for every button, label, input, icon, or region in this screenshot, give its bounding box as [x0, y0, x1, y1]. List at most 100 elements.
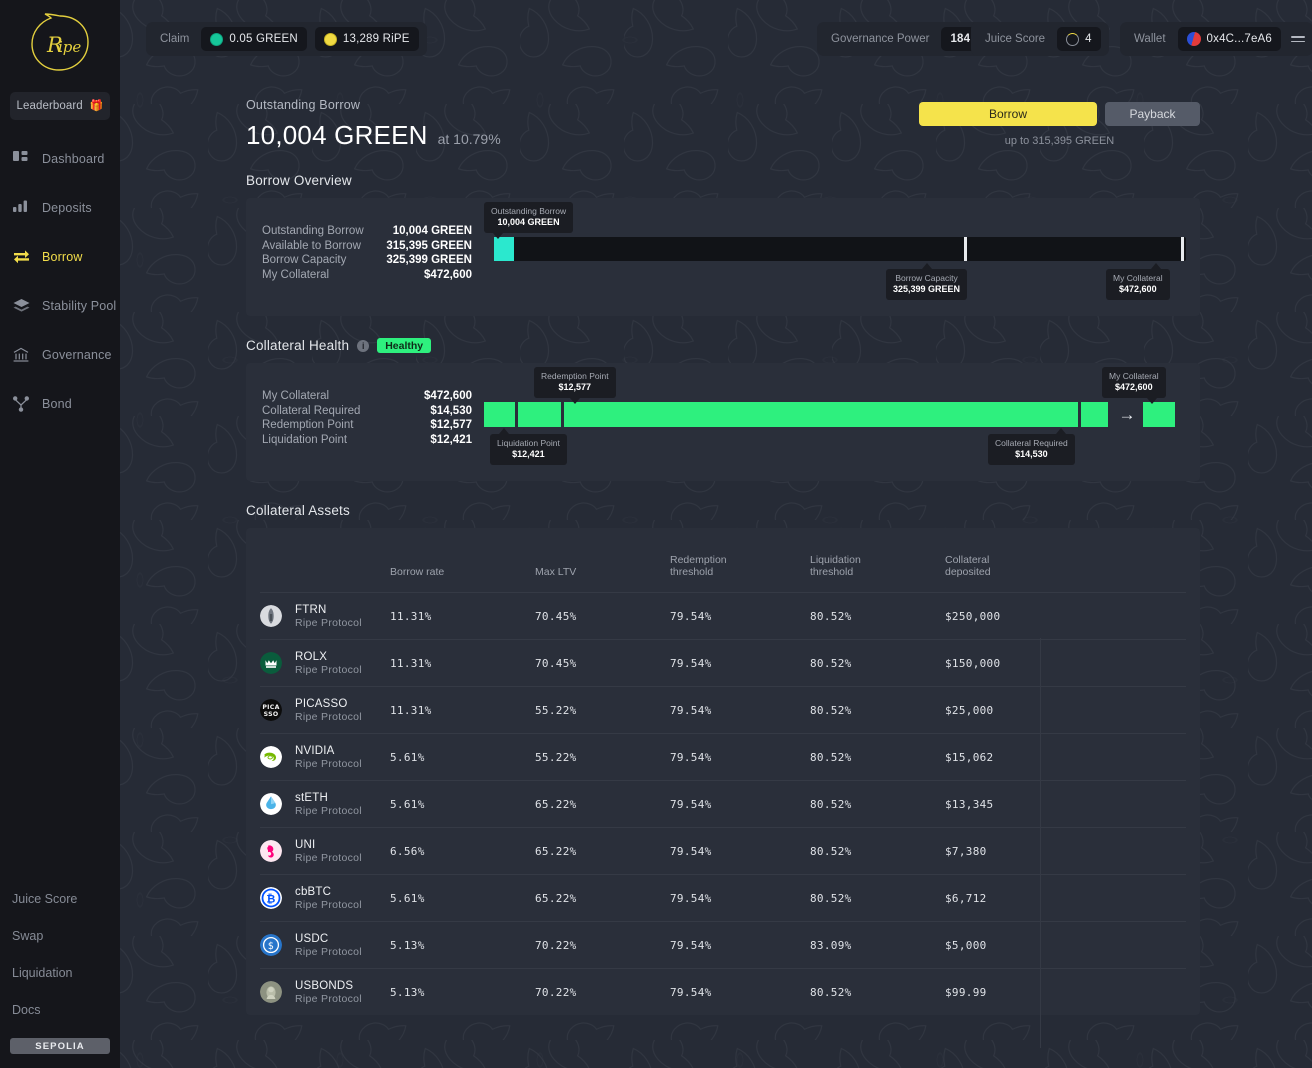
tooltip-label: My Collateral — [1109, 371, 1159, 381]
borrow-progress-track[interactable] — [494, 237, 1186, 261]
cell-asset: $ USDC Ripe Protocol — [260, 921, 390, 969]
table-row[interactable]: ROLX Ripe Protocol 11.31% 70.45% 79.54% 80.52… — [260, 639, 1186, 687]
cell-max-ltv: 65.22% — [535, 827, 670, 875]
payback-button[interactable]: Payback — [1105, 102, 1200, 126]
stat-row: Redemption Point $12,577 — [262, 418, 472, 433]
column-label: Collateral — [945, 554, 990, 566]
brand-logo[interactable]: R ipe — [0, 0, 120, 80]
collateral-health-segments[interactable]: → — [484, 402, 1175, 427]
tooltip-borrow-capacity: Borrow Capacity 325,399 GREEN — [886, 263, 968, 300]
column-header-borrow-rate: Borrow rate — [390, 528, 535, 593]
wallet-address-chip[interactable]: 0x4C...7eA6 — [1177, 27, 1282, 51]
network-badge[interactable]: SEPOLIA — [10, 1038, 110, 1054]
sidebar-item-docs[interactable]: Docs — [0, 1001, 120, 1019]
health-segment-collateral — [1143, 402, 1175, 427]
column-label-2: threshold — [670, 566, 714, 578]
sidebar-item-governance[interactable]: Governance — [0, 340, 120, 370]
table-row[interactable]: NVIDIA Ripe Protocol 5.61% 55.22% 79.54% 80.5… — [260, 733, 1186, 781]
borrow-button[interactable]: Borrow — [919, 102, 1097, 126]
sidebar-item-borrow[interactable]: Borrow — [0, 242, 120, 272]
sidebar-item-juice-score[interactable]: Juice Score — [0, 890, 120, 908]
asset-symbol: NVIDIA — [295, 745, 335, 757]
sidebar-item-label: Juice Score — [12, 892, 78, 906]
asset-symbol: UNI — [295, 839, 316, 851]
tooltip-value: $14,530 — [1015, 449, 1048, 459]
asset-symbol: PICASSO — [295, 698, 348, 710]
stat-label: Outstanding Borrow — [262, 225, 364, 237]
cell-borrow-rate: 5.13% — [390, 921, 535, 969]
borrow-overview-card: Outstanding Borrow 10,004 GREEN Availabl… — [246, 198, 1200, 316]
stat-row: My Collateral $472,600 — [262, 389, 472, 404]
cell-collateral-deposited: $25,000 — [945, 686, 1186, 734]
cell-liquidation-threshold: 80.52% — [810, 780, 945, 828]
juice-score-chip[interactable]: 4 — [1057, 27, 1101, 51]
stat-value: 325,399 GREEN — [386, 254, 472, 267]
collateral-assets-table: Borrow rate Max LTV Redemption threshold… — [260, 528, 1186, 1015]
cell-redemption-threshold: 79.54% — [670, 592, 810, 640]
tooltip-value: $472,600 — [1115, 382, 1153, 392]
ftrn-icon — [260, 605, 282, 627]
borrow-overview-title: Borrow Overview — [246, 173, 352, 188]
stat-row: Available to Borrow 315,395 GREEN — [262, 239, 472, 254]
outstanding-borrow-hero: Outstanding Borrow 10,004 GREEN at 10.79… — [120, 78, 1312, 151]
table-row[interactable]: ₿ cbBTC Ripe Protocol 5.61% 65.22% 79.54% 80.5… — [260, 874, 1186, 922]
status-badge: Healthy — [377, 338, 432, 353]
stat-label: Available to Borrow — [262, 239, 361, 252]
table-row[interactable]: USBONDS Ripe Protocol 5.13% 70.22% 79.54% 80.… — [260, 968, 1186, 1015]
sidebar-item-dashboard[interactable]: Dashboard — [0, 144, 120, 174]
cell-liquidation-threshold: 80.52% — [810, 686, 945, 734]
dashboard-icon — [12, 150, 30, 168]
sidebar-item-bond[interactable]: Bond — [0, 389, 120, 419]
cell-max-ltv: 70.22% — [535, 921, 670, 969]
sidebar-item-deposits[interactable]: Deposits — [0, 193, 120, 223]
table-row[interactable]: stETH Ripe Protocol 5.61% 65.22% 79.54% 80.52… — [260, 780, 1186, 828]
tooltip-value: 325,399 GREEN — [893, 284, 961, 294]
table-column-divider — [1040, 638, 1041, 1048]
sidebar-item-label: Borrow — [42, 250, 83, 264]
borrow-limit-note: up to 315,395 GREEN — [1004, 135, 1115, 147]
claim-ripe-amount: 13,289 RiPE — [342, 33, 410, 45]
sidebar: R ipe Leaderboard 🎁 Dashboard Deposits B… — [0, 0, 120, 1068]
hamburger-icon[interactable] — [1291, 35, 1306, 43]
sidebar-item-label: Swap — [12, 929, 44, 943]
cell-redemption-threshold: 79.54% — [670, 639, 810, 687]
info-icon[interactable]: i — [357, 339, 370, 352]
table-row[interactable]: PICA SSO PICASSO Ripe Protocol 11.31% 55.22% 7… — [260, 686, 1186, 734]
tooltip-liquidation-point: Liquidation Point $12,421 — [490, 428, 567, 465]
sidebar-item-label: Dashboard — [42, 152, 105, 166]
stat-row: Collateral Required $14,530 — [262, 404, 472, 419]
tooltip-value: $12,421 — [512, 449, 545, 459]
asset-protocol: Ripe Protocol — [295, 852, 362, 864]
sidebar-item-swap[interactable]: Swap — [0, 927, 120, 945]
collateral-assets-title: Collateral Assets — [246, 503, 350, 518]
claim-ripe-chip[interactable]: 13,289 RiPE — [314, 27, 419, 51]
sidebar-item-label: Deposits — [42, 201, 92, 215]
cell-max-ltv: 70.45% — [535, 639, 670, 687]
leaderboard-button[interactable]: Leaderboard 🎁 — [10, 92, 110, 120]
secondary-nav: Juice Score Swap Liquidation Docs SEPOLI… — [0, 890, 120, 1068]
cell-max-ltv: 65.22% — [535, 874, 670, 922]
usdc-icon: $ — [260, 934, 282, 956]
green-coin-icon — [210, 32, 224, 46]
column-label: Borrow rate — [390, 566, 445, 578]
collateral-assets-section: Collateral Assets Borrow rate Max LTV Re… — [246, 481, 1200, 1015]
svg-text:PICA: PICA — [262, 704, 279, 711]
claim-green-chip[interactable]: 0.05 GREEN — [201, 27, 307, 51]
stat-value: $14,530 — [430, 404, 472, 417]
table-row[interactable]: FTRN Ripe Protocol 11.31% 70.45% 79.54% 80.52… — [260, 592, 1186, 640]
sidebar-item-label: Governance — [42, 348, 112, 362]
sidebar-item-label: Liquidation — [12, 966, 73, 980]
stat-row: Borrow Capacity 325,399 GREEN — [262, 253, 472, 268]
cell-max-ltv: 65.22% — [535, 780, 670, 828]
cell-collateral-deposited: $7,380 — [945, 827, 1186, 875]
table-row[interactable]: $ USDC Ripe Protocol 5.13% 70.22% 79.54% 83.09… — [260, 921, 1186, 969]
table-row[interactable]: UNI Ripe Protocol 6.56% 65.22% 79.54% 80.52% $… — [260, 827, 1186, 875]
cell-collateral-deposited: $5,000 — [945, 921, 1186, 969]
health-segment — [564, 402, 1078, 427]
sidebar-item-liquidation[interactable]: Liquidation — [0, 964, 120, 982]
collateral-health-section: Collateral Health i Healthy My Collatera… — [246, 316, 1200, 481]
tooltip-value: $472,600 — [1119, 284, 1157, 294]
svg-text:ipe: ipe — [58, 38, 81, 56]
sidebar-item-stability-pool[interactable]: Stability Pool — [0, 291, 120, 321]
stat-row: My Collateral $472,600 — [262, 268, 472, 283]
